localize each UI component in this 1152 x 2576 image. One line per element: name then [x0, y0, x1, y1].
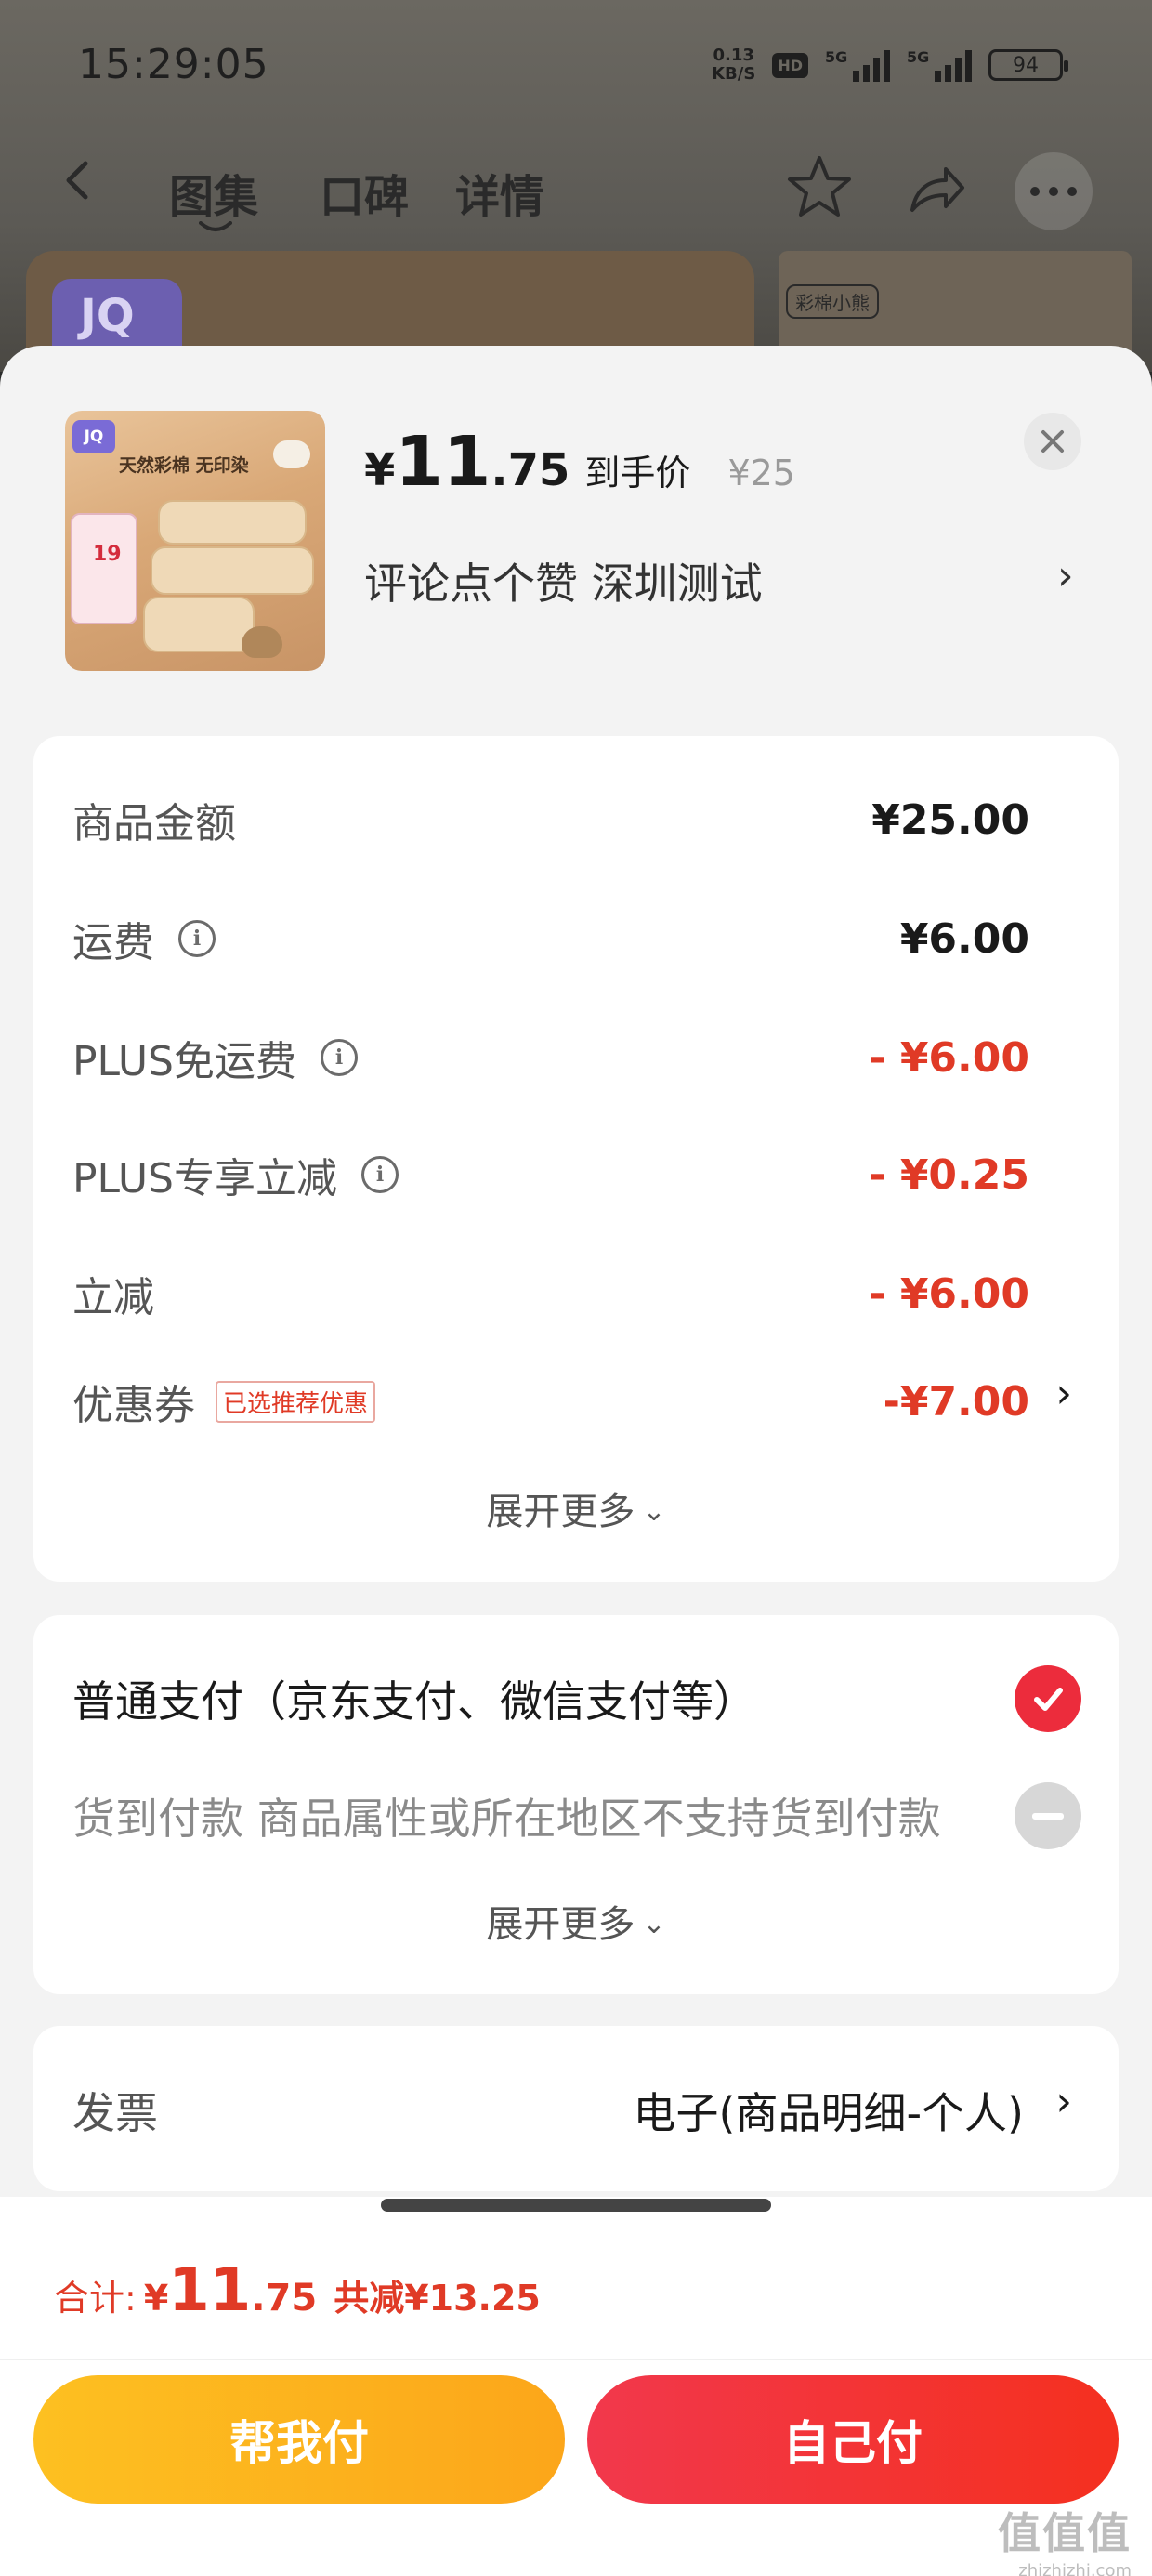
coupon-tag: 已选推荐优惠	[216, 1380, 376, 1423]
hd-icon: HD	[772, 52, 808, 78]
payment-option-normal[interactable]: 普通支付（京东支付、微信支付等）	[72, 1662, 1081, 1736]
tab-gallery[interactable]: 图集	[169, 160, 258, 225]
fee-row-goods: 商品金额 ¥25.00	[72, 795, 1029, 848]
chevron-right-icon[interactable]: ›	[1055, 1370, 1072, 1417]
selected-spec[interactable]: 评论点个赞 深圳测试	[364, 550, 763, 611]
product-header: JQ 天然彩棉 无印染 19 ¥ 11 .75 到手价 ¥25 评论点个赞 深圳…	[0, 346, 1152, 717]
tab-indicator	[199, 221, 232, 231]
payment-method-card: 普通支付（京东支付、微信支付等） 货到付款 商品属性或所在地区不支持货到付款 展…	[33, 1615, 1119, 1994]
info-icon[interactable]: i	[321, 1039, 358, 1076]
checkmark-icon[interactable]	[1015, 1665, 1081, 1732]
info-icon[interactable]: i	[361, 1156, 399, 1193]
chevron-down-icon: ⌄	[642, 1495, 666, 1528]
final-price-label: 到手价	[584, 453, 691, 493]
self-pay-button[interactable]: 自己付	[587, 2375, 1119, 2504]
chevron-down-icon: ⌄	[642, 1908, 666, 1940]
order-total: 合计: ¥ 11 .75 共减¥13.25	[54, 2256, 541, 2325]
fee-row-plus-free-shipping: PLUS免运费 i - ¥6.00	[72, 1033, 1029, 1086]
watermark: 值值值 zhizhizhi.com	[998, 2508, 1132, 2576]
help-pay-button[interactable]: 帮我付	[33, 2375, 565, 2504]
final-price: ¥ 11 .75 到手价 ¥25	[364, 422, 795, 502]
background-brand-tag: 彩棉小熊	[786, 284, 879, 319]
status-icons: 0.13 KB/S HD 5G 5G 94	[712, 46, 1068, 84]
hedgehog-figure	[242, 626, 282, 658]
chevron-right-icon[interactable]: ›	[1057, 552, 1074, 599]
disabled-icon	[1015, 1782, 1081, 1849]
top-navigation: 图集 口碑 详情	[0, 139, 1152, 232]
expand-fees-button[interactable]: 展开更多 ⌄	[33, 1481, 1119, 1535]
home-indicator[interactable]	[381, 2199, 771, 2212]
product-thumbnail: JQ 天然彩棉 无印染 19	[65, 411, 325, 671]
network-speed: 0.13 KB/S	[712, 46, 756, 84]
divider	[0, 2359, 1152, 2360]
fee-breakdown-card: 商品金额 ¥25.00 运费 i ¥6.00 PLUS免运费 i - ¥6.00…	[33, 736, 1119, 1582]
signal-icon: 5G	[825, 48, 890, 82]
close-button[interactable]	[1024, 413, 1081, 470]
more-icon[interactable]	[1015, 152, 1093, 230]
share-icon[interactable]	[903, 156, 968, 221]
fee-row-instant-discount: 立减 - ¥6.00	[72, 1269, 1029, 1322]
fabric-roll	[151, 546, 314, 595]
thumbnail-promo-badge: 19	[71, 513, 137, 624]
invoice-value: 电子(商品明细-个人)	[633, 2088, 1025, 2138]
chevron-right-icon[interactable]: ›	[1055, 2078, 1072, 2125]
invoice-card[interactable]: 发票 电子(商品明细-个人) ›	[33, 2026, 1119, 2191]
fee-row-shipping: 运费 i ¥6.00	[72, 914, 1029, 967]
cotton-icon	[273, 440, 310, 468]
star-icon[interactable]	[784, 152, 855, 223]
thumbnail-brand-logo: JQ	[72, 420, 115, 453]
signal-icon-2: 5G	[907, 48, 972, 82]
back-arrow-icon[interactable]	[58, 160, 98, 201]
tab-reviews[interactable]: 口碑	[320, 160, 409, 225]
original-price: ¥25	[727, 453, 795, 493]
status-time: 15:29:05	[78, 41, 269, 88]
checkout-sheet: JQ 天然彩棉 无印染 19 ¥ 11 .75 到手价 ¥25 评论点个赞 深圳…	[0, 346, 1152, 2576]
fabric-roll	[143, 597, 255, 652]
expand-payment-button[interactable]: 展开更多 ⌄	[33, 1894, 1119, 1948]
checkout-footer: 合计: ¥ 11 .75 共减¥13.25 帮我付 自己付	[0, 2197, 1152, 2576]
fee-row-coupon[interactable]: 优惠券 已选推荐优惠 -¥7.00	[72, 1368, 1029, 1435]
tab-details[interactable]: 详情	[455, 160, 544, 225]
invoice-label: 发票	[72, 2088, 158, 2138]
thumbnail-title: 天然彩棉 无印染	[119, 455, 249, 476]
fabric-roll	[158, 500, 307, 545]
payment-option-cod: 货到付款 商品属性或所在地区不支持货到付款	[72, 1779, 1081, 1853]
fee-row-plus-discount: PLUS专享立减 i - ¥0.25	[72, 1150, 1029, 1203]
close-icon	[1041, 430, 1064, 453]
status-bar: 15:29:05 0.13 KB/S HD 5G 5G 94	[0, 0, 1152, 130]
info-icon[interactable]: i	[178, 920, 216, 957]
total-saved: 共减¥13.25	[334, 2278, 541, 2319]
battery-icon: 94	[988, 49, 1068, 81]
